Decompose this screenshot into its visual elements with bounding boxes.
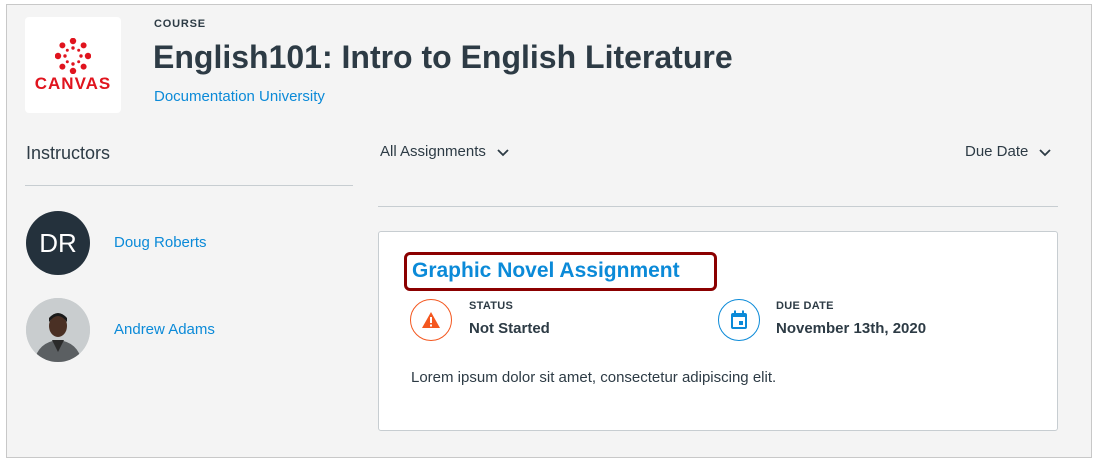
status-icon (410, 299, 452, 341)
status-label: STATUS (469, 300, 514, 312)
instructors-heading: Instructors (26, 143, 111, 163)
chevron-down-icon (1039, 148, 1052, 156)
institution-link[interactable]: Documentation University (154, 88, 325, 105)
canvas-logo: CANVAS (25, 17, 121, 113)
due-date-value: November 13th, 2020 (776, 320, 927, 337)
calendar-icon (731, 310, 747, 329)
person-photo-icon (26, 298, 90, 362)
due-date-label: DUE DATE (776, 300, 834, 312)
status-value: Not Started (469, 320, 550, 337)
assignment-title-link[interactable]: Graphic Novel Assignment (412, 259, 680, 283)
divider (378, 206, 1058, 207)
sort-select[interactable]: Due Date (965, 143, 1052, 160)
assignments-filter-select[interactable]: All Assignments (380, 143, 510, 160)
assignment-description: Lorem ipsum dolor sit amet, consectetur … (411, 369, 777, 386)
avatar (26, 298, 90, 362)
instructor-link[interactable]: Doug Roberts (114, 234, 207, 251)
chevron-down-icon (497, 148, 509, 156)
avatar: DR (26, 211, 90, 275)
page-title: English101: Intro to English Literature (153, 39, 733, 75)
warning-icon (422, 312, 440, 328)
assignment-card: Graphic Novel Assignment STATUS Not Star… (378, 231, 1058, 431)
due-date-icon (718, 299, 760, 341)
instructor-link[interactable]: Andrew Adams (114, 321, 215, 338)
course-eyebrow: COURSE (154, 18, 206, 30)
divider (25, 185, 353, 186)
canvas-logo-icon (55, 38, 91, 74)
